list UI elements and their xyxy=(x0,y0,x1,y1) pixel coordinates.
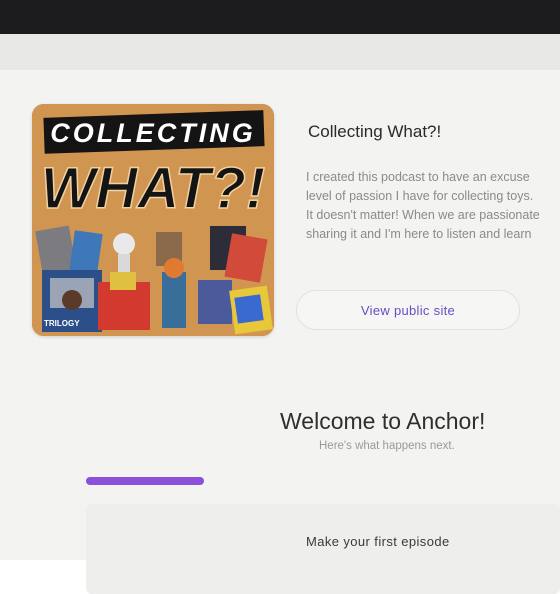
podcast-description: I created this podcast to have an excuse… xyxy=(306,168,560,244)
cover-illustration: COLLECTING WHAT?! TRILOGY xyxy=(32,104,274,336)
view-public-site-button[interactable]: View public site xyxy=(296,290,520,330)
description-line: level of passion I have for collecting t… xyxy=(306,189,534,203)
description-line: It doesn't matter! When we are passionat… xyxy=(306,208,540,222)
monitor-bezel xyxy=(0,0,560,34)
podcast-title: Collecting What?! xyxy=(308,122,442,141)
welcome-subtitle: Here's what happens next. xyxy=(319,440,455,452)
description-line: I created this podcast to have an excuse xyxy=(306,170,530,184)
top-header-band xyxy=(0,34,560,70)
cover-title-what: WHAT?! xyxy=(41,156,265,221)
welcome-title: Welcome to Anchor! xyxy=(280,408,486,434)
podcast-cover-art[interactable]: COLLECTING WHAT?! TRILOGY xyxy=(32,104,274,336)
onboarding-progress-bar xyxy=(86,477,466,485)
cover-figure-label: TRILOGY xyxy=(44,319,80,328)
onboarding-progress-fill xyxy=(86,477,204,485)
description-line: sharing it and I'm here to listen and le… xyxy=(306,227,532,241)
first-step-card[interactable] xyxy=(86,504,560,594)
app-screen: COLLECTING WHAT?! TRILOGY Collecting Wha… xyxy=(0,34,560,594)
first-step-label: Make your first episode xyxy=(306,534,450,549)
cover-title-collecting: COLLECTING xyxy=(50,118,256,148)
